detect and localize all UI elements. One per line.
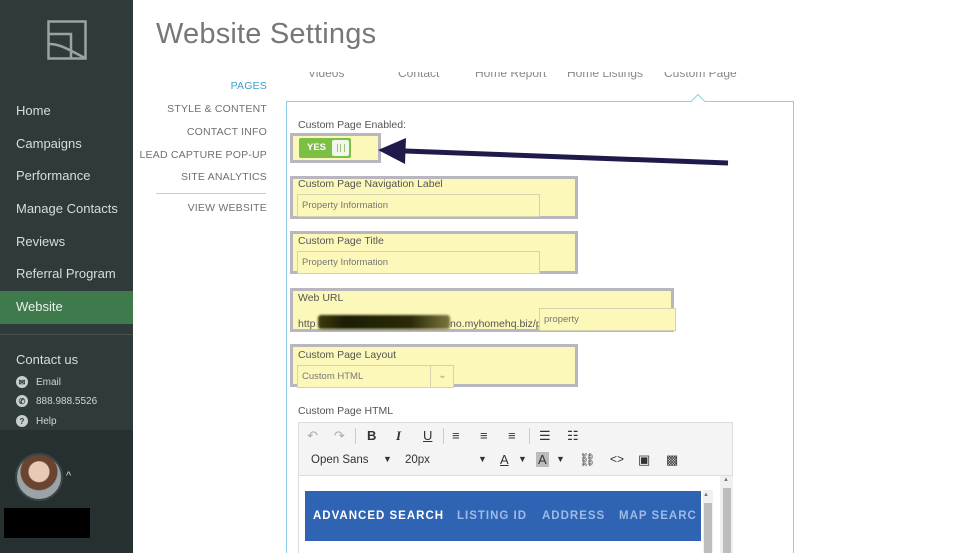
annotation-arrow xyxy=(378,138,729,166)
